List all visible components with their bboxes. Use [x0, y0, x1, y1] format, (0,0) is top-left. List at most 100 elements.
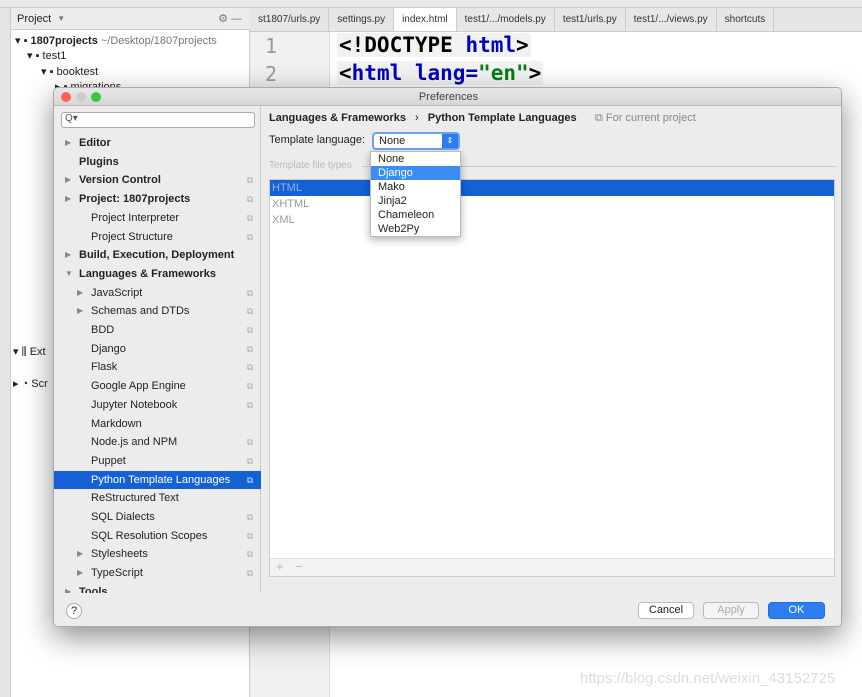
sidebar-item-label: Google App Engine	[91, 380, 186, 393]
sidebar-item[interactable]: ▶ Build, Execution, Deployment	[54, 246, 261, 264]
sidebar-item[interactable]: ReStructured Text	[54, 489, 261, 507]
tree-item-test1[interactable]: ▾ ▪ test1	[27, 49, 66, 62]
sidebar-item[interactable]: ▶ JavaScript ⧉	[54, 284, 261, 302]
sidebar-item[interactable]: Markdown	[54, 415, 261, 433]
editor-tab[interactable]: test1/.../models.py	[457, 8, 555, 31]
code-line[interactable]: <!DOCTYPE html>	[337, 33, 531, 57]
chevron-right-icon[interactable]: ▶	[65, 246, 71, 264]
dialog-title: Preferences	[418, 91, 479, 103]
zoom-button[interactable]	[91, 92, 101, 102]
sidebar-item[interactable]: Project Interpreter ⧉	[54, 209, 261, 227]
chevron-right-icon[interactable]: ▶	[77, 284, 83, 302]
copy-icon: ⧉	[246, 474, 253, 485]
code-line[interactable]: <html lang="en">	[337, 61, 544, 85]
sidebar-item[interactable]: ▶ TypeScript ⧉	[54, 564, 261, 582]
sidebar-item-label: BDD	[91, 324, 115, 336]
project-view-selector[interactable]: Project	[17, 13, 51, 25]
sidebar-item[interactable]: Project Structure ⧉	[54, 228, 261, 246]
tool-window-strip[interactable]	[0, 8, 11, 697]
sidebar-item[interactable]: Node.js and NPM ⧉	[54, 433, 261, 451]
add-button[interactable]: +	[276, 559, 284, 574]
chevron-up-down-icon[interactable]: ⇕	[442, 134, 458, 148]
cancel-button[interactable]: Cancel	[638, 602, 694, 619]
sidebar-item[interactable]: BDD ⧉	[54, 321, 261, 339]
dropdown-option[interactable]: Web2Py	[371, 222, 460, 236]
template-language-label: Template language:	[269, 134, 366, 146]
chevron-down-icon[interactable]: ▼	[57, 14, 65, 23]
gear-icon[interactable]: ⚙ —	[218, 12, 242, 25]
chevron-down-icon[interactable]: ▼	[65, 265, 73, 283]
breadcrumb-separator: ›	[415, 112, 419, 124]
minimize-button[interactable]	[76, 92, 86, 102]
line-number: 2	[265, 62, 278, 86]
list-item[interactable]: XHTML	[270, 196, 834, 212]
tree-item-root[interactable]: ▾ ▪ 1807projects ~/Desktop/1807projects	[15, 34, 217, 47]
editor-tab[interactable]: test1/.../views.py	[626, 8, 717, 31]
code-token: html	[351, 61, 415, 85]
dropdown-option[interactable]: Mako	[371, 180, 460, 194]
sidebar-item[interactable]: Python Template Languages ⧉	[54, 470, 261, 489]
tree-item-booktest[interactable]: ▾ ▪ booktest	[41, 65, 98, 78]
chevron-right-icon[interactable]: ▶	[65, 171, 71, 189]
dropdown-option[interactable]: Chameleon	[371, 208, 460, 222]
sidebar-item[interactable]: ▶ Schemas and DTDs ⧉	[54, 302, 261, 320]
template-language-select[interactable]: None ⇕	[372, 132, 460, 150]
sidebar-item[interactable]: Jupyter Notebook ⧉	[54, 396, 261, 414]
copy-icon: ⧉	[246, 568, 253, 579]
copy-icon: ⧉	[246, 399, 253, 410]
dropdown-option[interactable]: Django	[371, 166, 460, 180]
chevron-right-icon[interactable]: ▶	[65, 190, 71, 208]
sidebar-item-label: Build, Execution, Deployment	[79, 249, 235, 262]
sidebar-item[interactable]: ▶ Editor	[54, 134, 261, 152]
sidebar-item-label: TypeScript	[91, 567, 143, 580]
watermark: https://blog.csdn.net/weixin_43152725	[580, 670, 836, 687]
copy-icon: ⧉	[595, 112, 606, 124]
sidebar-item-label: Jupyter Notebook	[91, 398, 178, 411]
sidebar-item[interactable]: Google App Engine ⧉	[54, 377, 261, 395]
sidebar-item[interactable]: ▶ Project: 1807projects ⧉	[54, 190, 261, 208]
code-token: html	[465, 33, 517, 57]
sidebar-item[interactable]: ▶ Version Control ⧉	[54, 171, 261, 189]
file-types-list[interactable]: HTML XHTML XML + −	[269, 179, 835, 577]
remove-button[interactable]: −	[295, 559, 303, 574]
settings-search-input[interactable]: Q▾	[61, 112, 255, 128]
chevron-right-icon[interactable]: ▶	[77, 545, 83, 563]
editor-tab[interactable]: index.html	[394, 8, 457, 31]
sidebar-item[interactable]: ▼ Languages & Frameworks	[54, 265, 261, 283]
dialog-footer: ? Cancel Apply OK	[54, 593, 841, 626]
tree-item-scratches[interactable]: ▸ ◔ Scr	[13, 377, 48, 390]
chevron-right-icon[interactable]: ▶	[77, 302, 83, 320]
copy-icon: ⧉	[246, 287, 253, 298]
editor-tab[interactable]: st1807/urls.py	[250, 8, 330, 31]
editor-tab[interactable]: shortcuts	[717, 8, 775, 31]
sidebar-item[interactable]: SQL Dialects ⧉	[54, 508, 261, 526]
editor-tab[interactable]: settings.py	[329, 8, 395, 31]
list-item[interactable]: HTML	[270, 180, 834, 196]
sidebar-item[interactable]: SQL Resolution Scopes ⧉	[54, 527, 261, 545]
chevron-right-icon[interactable]: ▶	[65, 134, 71, 152]
sidebar-item[interactable]: Django ⧉	[54, 340, 261, 358]
dropdown-option[interactable]: None	[371, 152, 460, 166]
sidebar-item[interactable]: Plugins	[54, 153, 261, 171]
code-token: "en"	[478, 61, 529, 85]
sidebar-item-label: Markdown	[91, 417, 142, 430]
close-button[interactable]	[61, 92, 71, 102]
ok-button[interactable]: OK	[768, 602, 825, 619]
tree-item-external[interactable]: ▾ ⫼ Ext	[13, 345, 46, 359]
help-button[interactable]: ?	[66, 603, 82, 619]
list-item[interactable]: XML	[270, 212, 834, 228]
apply-button[interactable]: Apply	[703, 602, 759, 619]
code-token: >	[528, 61, 542, 85]
settings-breadcrumb: Languages & Frameworks › Python Template…	[269, 112, 577, 124]
chevron-right-icon[interactable]: ▶	[77, 564, 83, 582]
line-number: 1	[265, 34, 278, 58]
sidebar-item-label: Project Structure	[91, 230, 173, 243]
sidebar-item[interactable]: ▶ Stylesheets ⧉	[54, 545, 261, 563]
select-value: None	[379, 135, 406, 147]
sidebar-item[interactable]: Puppet ⧉	[54, 452, 261, 470]
dialog-title-bar: Preferences	[54, 88, 841, 106]
editor-tab[interactable]: test1/urls.py	[555, 8, 626, 31]
code-token: <	[339, 61, 352, 85]
dropdown-option[interactable]: Jinja2	[371, 194, 460, 208]
sidebar-item[interactable]: Flask ⧉	[54, 358, 261, 376]
